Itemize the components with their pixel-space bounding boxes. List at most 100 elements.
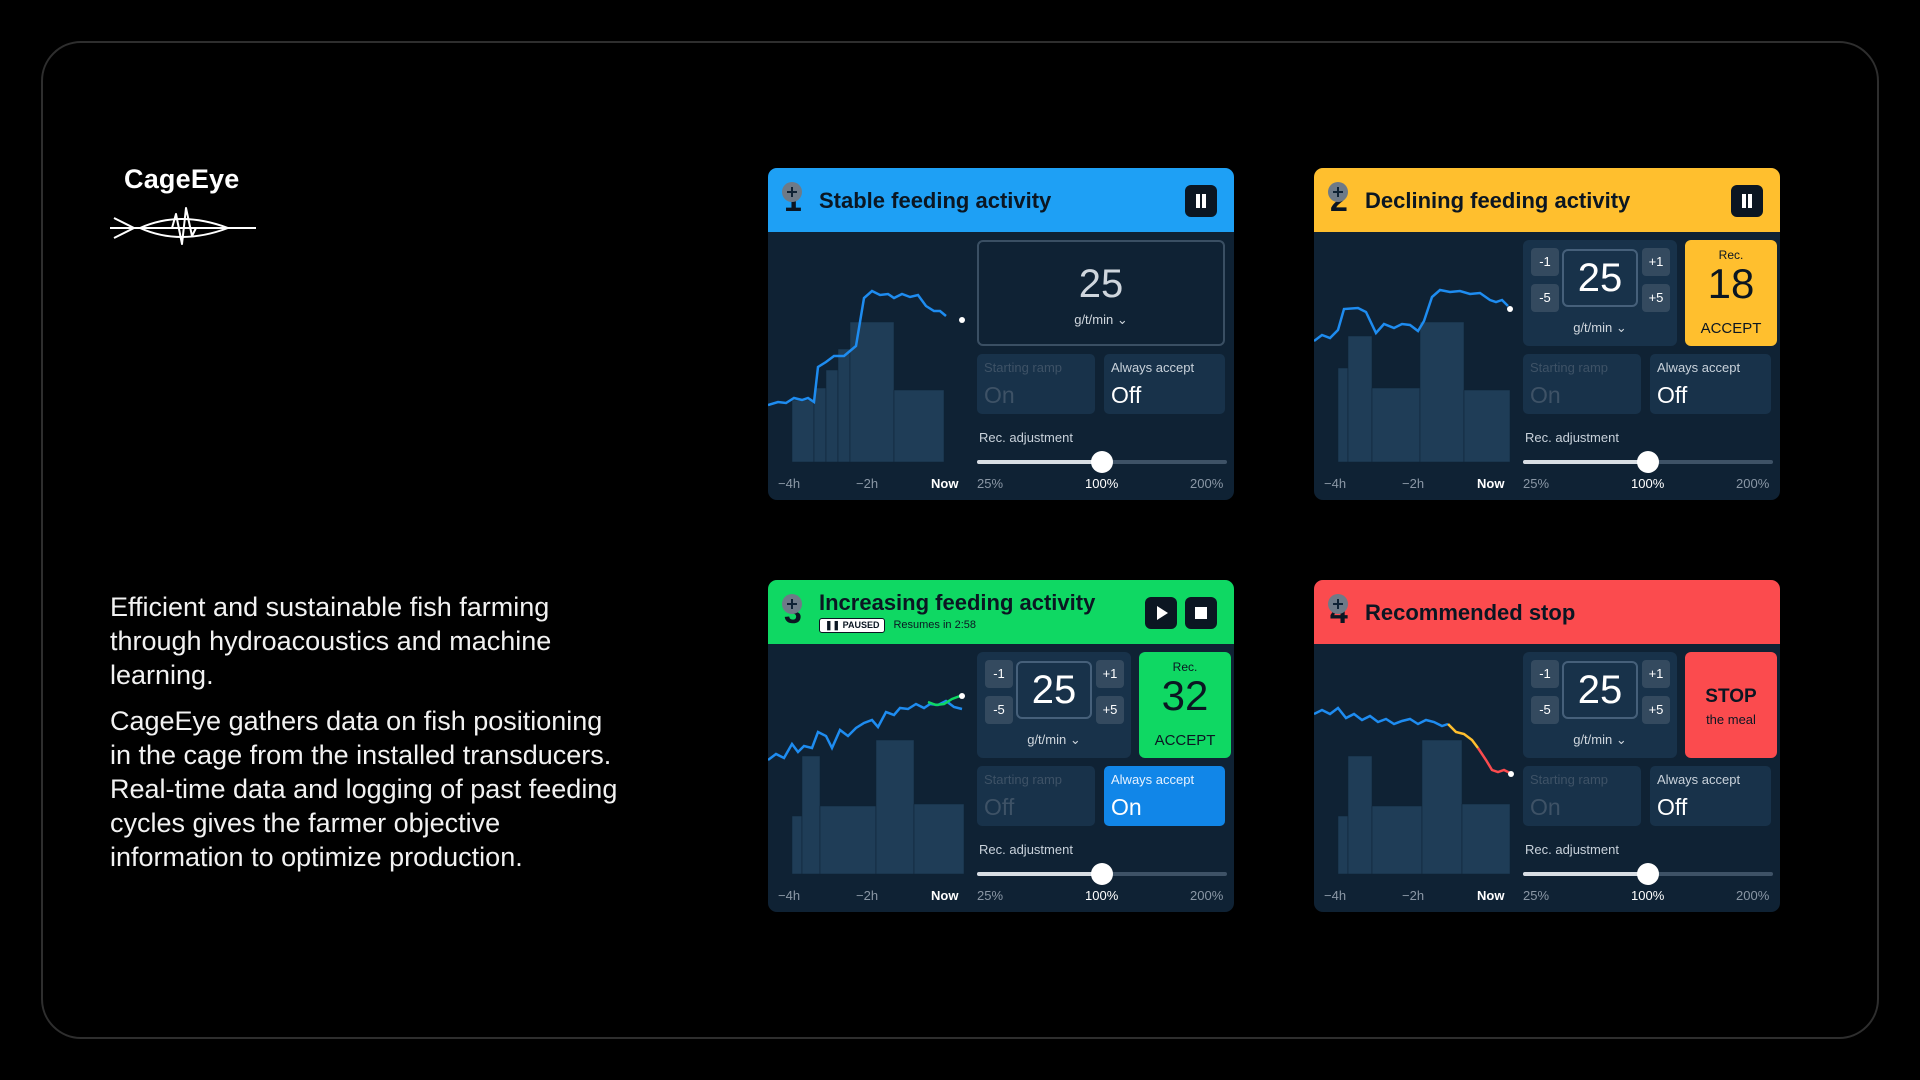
activity-bars [791,739,965,874]
pause-icon: ❚❚ [825,619,841,630]
feeding-card-declining: 2 Declining feeding activity −4h −2h Now… [1314,168,1780,500]
stop-label: STOP [1705,686,1757,707]
pause-icon [1742,194,1752,208]
feed-rate-control: -1 -5 25 +1 +5 g/t/min ⌄ [1523,652,1677,758]
slider-knob[interactable] [1091,451,1113,473]
chevron-down-icon: ⌄ [1615,320,1627,335]
accept-recommendation-button[interactable]: Rec. 18 ACCEPT [1685,240,1777,346]
always-accept-label: Always accept [1657,772,1741,787]
feed-rate-display[interactable]: 25 g/t/min ⌄ [977,240,1225,346]
always-accept-value: On [1111,794,1142,820]
unit-dropdown[interactable]: g/t/min ⌄ [977,732,1131,748]
unit-dropdown[interactable]: g/t/min ⌄ [1523,320,1677,336]
activity-line [1314,288,1509,342]
paused-badge: ❚❚ PAUSED [819,617,886,633]
feeding-activity-chart [768,693,965,874]
starting-ramp-label: Starting ramp [1530,772,1609,787]
add-icon[interactable] [1328,594,1348,614]
always-accept-label: Always accept [1111,360,1195,375]
feed-rate-value[interactable]: 25 [1562,249,1638,307]
rec-adjustment-slider[interactable] [977,451,1227,473]
unit-label: g/t/min [1573,732,1613,747]
brand-name: CageEye [124,164,240,194]
slider-fill [977,872,1102,876]
feed-rate-value: 25 [1078,262,1124,306]
description-intro: Efficient and sustainable fish farming t… [110,592,552,690]
unit-label: g/t/min [1074,312,1114,327]
always-accept-toggle[interactable]: Always accept Off [1650,766,1771,826]
slider-fill [1523,872,1648,876]
time-tick: −2h [856,888,879,903]
time-tick: −4h [1324,888,1347,903]
add-icon[interactable] [782,594,802,614]
pause-button[interactable] [1731,185,1763,217]
starting-ramp-label: Starting ramp [984,360,1063,375]
feeding-card-increasing: 3 Increasing feeding activity ❚❚ PAUSED … [768,580,1234,912]
time-tick-now: Now [1477,476,1505,491]
description: Efficient and sustainable fish farming t… [110,590,630,886]
decrease-1-button[interactable]: -1 [1531,248,1559,276]
add-icon[interactable] [1328,182,1348,202]
decrease-5-button[interactable]: -5 [985,696,1013,724]
stop-button[interactable] [1185,597,1217,629]
starting-ramp-toggle[interactable]: Starting ramp On [1523,354,1641,414]
unit-dropdown[interactable]: g/t/min ⌄ [1523,732,1677,748]
activity-line [768,699,963,761]
increase-5-button[interactable]: +5 [1642,284,1670,312]
rec-adjustment-slider[interactable] [1523,451,1773,473]
feed-rate-value[interactable]: 25 [1562,661,1638,719]
add-icon[interactable] [782,182,802,202]
rec-value: 32 [1161,672,1209,719]
always-accept-toggle[interactable]: Always accept Off [1104,354,1225,414]
rec-value: 18 [1707,260,1755,307]
always-accept-value: Off [1657,794,1688,820]
starting-ramp-toggle[interactable]: Starting ramp On [977,354,1095,414]
always-accept-label: Always accept [1657,360,1741,375]
now-marker [1507,306,1513,312]
decrease-1-button[interactable]: -1 [1531,660,1559,688]
unit-dropdown[interactable]: g/t/min ⌄ [979,312,1223,328]
increase-1-button[interactable]: +1 [1096,660,1124,688]
increase-5-button[interactable]: +5 [1642,696,1670,724]
always-accept-toggle[interactable]: Always accept On [1104,766,1225,826]
increase-1-button[interactable]: +1 [1642,660,1670,688]
slider-max: 200% [1736,888,1770,903]
increase-1-button[interactable]: +1 [1642,248,1670,276]
now-marker [959,317,965,323]
stop-trend-red [1476,747,1511,775]
card-header: 2 Declining feeding activity [1314,168,1780,232]
feed-rate-value[interactable]: 25 [1016,661,1092,719]
decrease-5-button[interactable]: -5 [1531,284,1559,312]
activity-bars [1337,739,1511,874]
rec-adjustment-label: Rec. adjustment [979,842,1073,857]
rec-adjustment-slider[interactable] [977,863,1227,885]
unit-label: g/t/min [1027,732,1067,747]
starting-ramp-toggle[interactable]: Starting ramp Off [977,766,1095,826]
play-button[interactable] [1145,597,1177,629]
decrease-1-button[interactable]: -1 [985,660,1013,688]
always-accept-toggle[interactable]: Always accept Off [1650,354,1771,414]
slider-knob[interactable] [1637,863,1659,885]
stop-meal-button[interactable]: STOP the meal [1685,652,1777,758]
slider-knob[interactable] [1637,451,1659,473]
pause-button[interactable] [1185,185,1217,217]
pause-icon [1196,194,1206,208]
rec-adjustment-slider[interactable] [1523,863,1773,885]
decrease-5-button[interactable]: -5 [1531,696,1559,724]
time-tick: −4h [1324,476,1347,491]
slider-knob[interactable] [1091,863,1113,885]
slider-min: 25% [1523,888,1550,903]
starting-ramp-toggle[interactable]: Starting ramp On [1523,766,1641,826]
increase-5-button[interactable]: +5 [1096,696,1124,724]
rec-adjustment-label: Rec. adjustment [1525,842,1619,857]
time-tick-now: Now [931,888,959,903]
now-marker [959,693,965,699]
slider-fill [1523,460,1648,464]
slider-min: 25% [1523,476,1550,491]
accept-recommendation-button[interactable]: Rec. 32 ACCEPT [1139,652,1231,758]
chevron-down-icon: ⌄ [1116,312,1128,327]
always-accept-value: Off [1657,382,1688,408]
always-accept-value: Off [1111,382,1142,408]
starting-ramp-value: On [984,382,1015,408]
slider-current: 100% [1631,476,1665,491]
